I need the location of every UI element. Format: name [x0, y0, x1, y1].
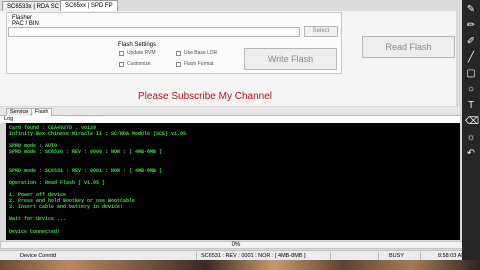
subscribe-banner: Please Subscribe My Channel — [138, 91, 272, 102]
status-state: BUSY — [389, 253, 404, 259]
write-flash-button[interactable]: Write Flash — [244, 48, 337, 70]
select-button[interactable]: Select — [304, 26, 338, 37]
pen-icon[interactable]: ✎ — [465, 4, 477, 16]
update-rvm-checkbox[interactable] — [119, 51, 124, 56]
status-divider — [196, 252, 197, 260]
read-flash-button[interactable]: Read Flash — [362, 36, 455, 58]
marker-icon[interactable]: ✏ — [465, 20, 477, 32]
bottom-image-strip — [0, 260, 480, 270]
flash-format-checkbox[interactable] — [176, 62, 181, 67]
status-bar: Device Conntd SC6531 : REV : 0001 : NOR … — [0, 250, 472, 260]
update-rvm-label: Update RVM — [127, 50, 156, 56]
highlighter-icon[interactable]: ✐ — [465, 36, 477, 48]
status-device: Device Conntd — [20, 253, 57, 259]
customize-label: Customize — [127, 61, 151, 67]
circle-icon[interactable]: ○ — [465, 84, 477, 96]
text-icon[interactable]: T — [465, 100, 477, 112]
brightness-icon[interactable]: ☼ — [465, 132, 477, 144]
log-label: Log — [0, 116, 460, 123]
pac-path-input[interactable] — [8, 27, 300, 37]
status-divider — [330, 252, 331, 260]
line-icon[interactable]: ╱ — [465, 52, 477, 64]
lower-tab-strip: Service Flash — [0, 107, 460, 116]
tab-service[interactable]: Service — [6, 108, 33, 116]
annotation-toolbar: ✎ ✏ ✐ ╱ ▢ ○ T ⌫ ☼ ↶ — [462, 0, 480, 260]
status-divider — [378, 252, 379, 260]
undo-icon[interactable]: ↶ — [465, 148, 477, 160]
flash-format-label: Flash Format — [184, 61, 214, 67]
use-base-ldr-label: Use Base LDR — [184, 50, 218, 56]
use-base-ldr-checkbox[interactable] — [176, 51, 181, 56]
tab-sc6533x[interactable]: SC6533x | RDA SC — [2, 1, 64, 11]
status-chip: SC6531 : REV : 0001 : NOR : [ 4MB-8MB ] — [201, 253, 306, 259]
top-tab-strip: SC6533x | RDA SC SC65xx | SPD FP — [0, 0, 456, 11]
tab-flash[interactable]: Flash — [31, 108, 53, 116]
progress-bar: 0% — [0, 241, 472, 249]
tab-sc65xx[interactable]: SC65xx | SPD FP — [60, 0, 118, 11]
status-divider — [420, 252, 421, 260]
progress-text: 0% — [231, 242, 241, 248]
log-line: Device Connected! — [9, 228, 61, 235]
rectangle-icon[interactable]: ▢ — [465, 68, 477, 80]
flash-settings-title: Flash Settings — [118, 42, 157, 48]
log-console[interactable]: Card found : CEA4927D , v0139 Infinity-B… — [6, 123, 460, 240]
customize-checkbox[interactable] — [119, 62, 124, 67]
eraser-icon[interactable]: ⌫ — [465, 116, 479, 128]
